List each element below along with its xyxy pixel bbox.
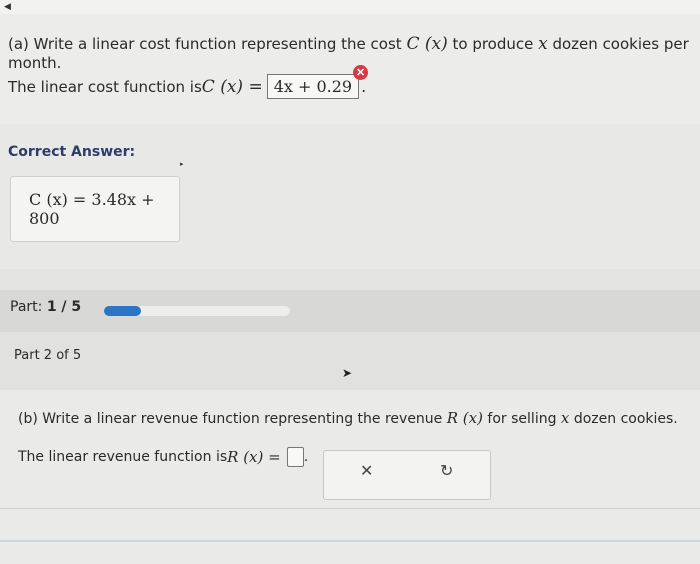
clear-icon[interactable]: ✕ (360, 461, 373, 480)
correct-answer-box: C (x) = 3.48x + 800 (10, 176, 180, 242)
undo-icon[interactable]: ↻ (440, 461, 453, 480)
progress-track (104, 306, 290, 316)
correct-answer-value: C (x) = 3.48x + 800 (29, 190, 155, 228)
question-b-text: (b) Write a linear revenue function repr… (18, 409, 678, 427)
divider (0, 508, 700, 509)
question-a-text: (a) Write a linear cost function represe… (8, 34, 689, 72)
answer-b-input[interactable] (286, 447, 304, 467)
question-a-section: (a) Write a linear cost function represe… (0, 14, 700, 124)
correct-answer-label: Correct Answer: (8, 144, 136, 160)
answer-actions: ✕ ↻ (323, 450, 491, 500)
top-strip: ◀ (0, 0, 700, 14)
question-b-section: (b) Write a linear revenue function repr… (0, 390, 700, 564)
cursor-icon: ➤ (342, 366, 353, 380)
correct-answer-section: Correct Answer: ▸ C (x) = 3.48x + 800 (0, 124, 700, 269)
answer-a-line: The linear cost function is C (x) = 4x +… (8, 65, 369, 99)
back-arrow-icon[interactable]: ◀ (4, 2, 11, 12)
divider (0, 540, 700, 542)
part-progress-bar: Part: 1 / 5 (0, 290, 700, 332)
bullet-icon: ▸ (180, 160, 184, 168)
answer-b-line: The linear revenue function is R (x) = . (18, 447, 309, 467)
part-2-header: Part 2 of 5 ➤ (0, 332, 700, 390)
progress-fill (104, 306, 142, 316)
part-2-label: Part 2 of 5 (14, 348, 82, 363)
answer-a-input[interactable]: 4x + 0.29 ✕ (266, 65, 369, 99)
part-label: Part: 1 / 5 (10, 299, 82, 315)
